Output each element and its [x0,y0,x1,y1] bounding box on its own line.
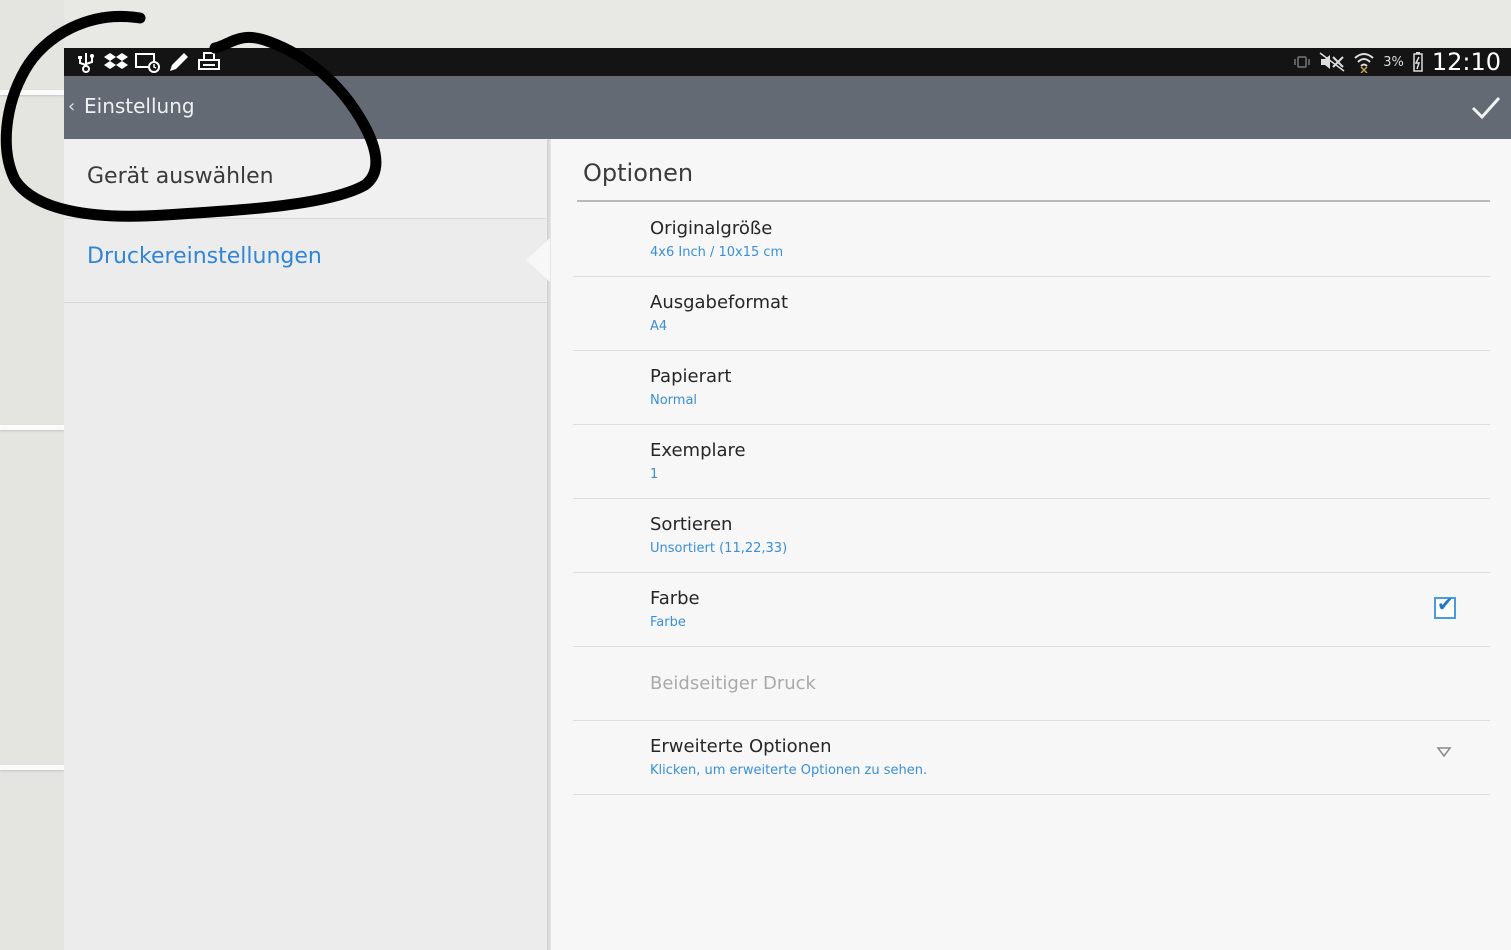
option-value: 1 [650,467,659,482]
option-title: Papierart [650,366,732,387]
pen-icon [170,53,188,71]
option-copies[interactable]: Exemplare 1 [573,425,1490,499]
screen-icon [135,53,160,73]
tablet-screen: 3% 12:10 ‹ Einstellung Gerät auswählen D… [64,48,1511,950]
option-title: Ausgabeformat [650,292,789,313]
color-checkbox[interactable]: ✔ [1434,593,1456,619]
category-item-label: Druckereinstellungen [87,244,322,269]
settings-category-list: Gerät auswählen Druckereinstellungen [64,139,547,950]
options-panel: Optionen Originalgröße 4x6 Inch / 10x15 … [551,139,1511,950]
option-value: Unsortiert (11,22,33) [650,541,788,556]
print-icon [198,52,220,70]
background-seam [0,425,64,430]
option-original-size[interactable]: Originalgröße 4x6 Inch / 10x15 cm [573,203,1490,277]
battery-percent: 3% [1383,54,1404,70]
background-top [0,0,1511,48]
option-value: A4 [650,319,668,334]
background-seam [0,765,64,770]
action-bar-title[interactable]: Einstellung [84,94,195,118]
mute-icon [1319,52,1345,72]
background-left [0,0,64,950]
option-paper-type[interactable]: Papierart Normal [573,351,1490,425]
option-title: Farbe [650,588,700,609]
battery-icon [1413,52,1423,72]
option-title: Beidseitiger Druck [650,673,816,694]
option-title: Sortieren [650,514,733,535]
option-collate[interactable]: Sortieren Unsortiert (11,22,33) [573,499,1490,573]
option-title: Originalgröße [650,218,773,239]
option-value: Normal [650,393,698,408]
option-title: Erweiterte Optionen [650,736,832,757]
wifi-icon [1354,53,1374,73]
status-icons-right: 3% 12:10 [1293,48,1501,76]
status-clock: 12:10 [1431,48,1501,76]
check-icon[interactable] [1469,92,1503,122]
status-bar: 3% 12:10 [64,48,1511,76]
options-section-title: Optionen [583,159,694,187]
category-item-printer-settings[interactable]: Druckereinstellungen [64,218,547,303]
option-value: 4x6 Inch / 10x15 cm [650,245,784,260]
option-title: Exemplare [650,440,746,461]
status-icons-left [74,51,222,73]
checkmark-icon: ✔ [1437,592,1454,616]
option-color[interactable]: Farbe Farbe ✔ [573,573,1490,647]
option-advanced[interactable]: Erweiterte Optionen Klicken, um erweiter… [573,721,1490,795]
option-value: Farbe [650,615,686,630]
option-value: Klicken, um erweiterte Optionen zu sehen… [650,763,928,778]
vibrate-icon [1294,56,1310,68]
selection-pointer [526,238,550,282]
section-divider [577,200,1490,202]
dropbox-icon [104,53,128,69]
background-seam [0,90,64,95]
expand-down-icon[interactable] [1436,745,1452,759]
back-chevron-icon[interactable]: ‹ [68,96,75,117]
action-bar: ‹ Einstellung [64,76,1511,139]
usb-icon [78,53,94,73]
category-item-select-device[interactable]: Gerät auswählen [64,139,547,219]
category-item-label: Gerät auswählen [87,164,274,189]
option-duplex: Beidseitiger Druck [573,647,1490,721]
option-output-format[interactable]: Ausgabeformat A4 [573,277,1490,351]
